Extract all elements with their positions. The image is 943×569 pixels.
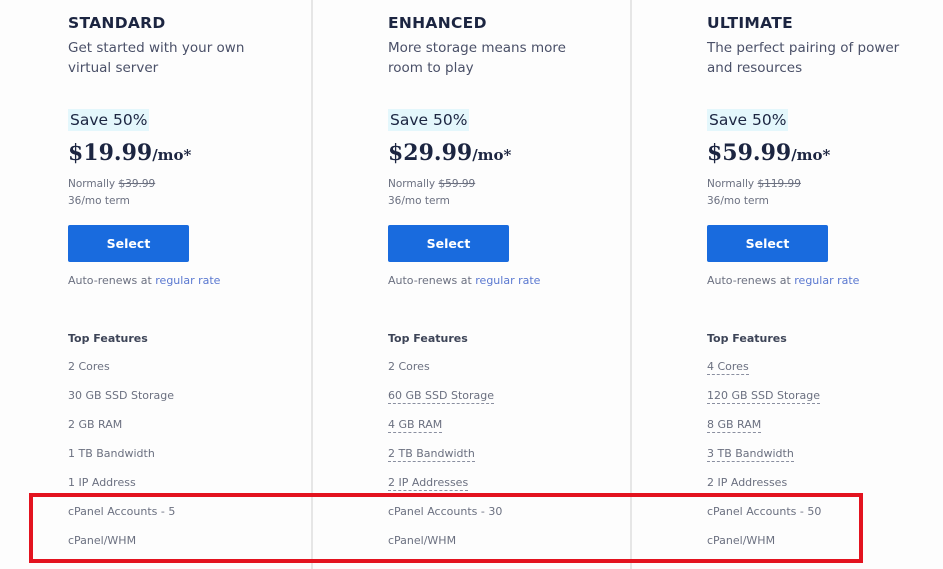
original-price: $59.99 — [438, 178, 476, 190]
feature-label[interactable]: 3 TB Bandwidth — [707, 447, 794, 462]
feature-label[interactable]: 60 GB SSD Storage — [388, 389, 495, 404]
normal-price: Normally $119.99 — [707, 178, 801, 190]
plan-price: $19.99/mo* — [68, 140, 191, 166]
feature-item: 30 GB SSD Storage — [68, 389, 175, 418]
feature-label[interactable]: 8 GB RAM — [707, 418, 762, 433]
feature-label[interactable]: 2 IP Addresses — [388, 476, 469, 491]
normally-label: Normally — [68, 178, 116, 190]
feature-item[interactable]: 120 GB SSD Storage — [707, 389, 821, 418]
feature-label: 1 IP Address — [68, 476, 136, 489]
autorenew-note: Auto-renews at regular rate — [68, 274, 220, 287]
feature-label: 2 GB RAM — [68, 418, 123, 431]
plan-card-ultimate: ULTIMATE The perfect pairing of power an… — [707, 0, 943, 569]
autorenew-text: Auto-renews at — [388, 274, 472, 287]
feature-label: 30 GB SSD Storage — [68, 389, 175, 402]
feature-item[interactable]: 3 TB Bandwidth — [707, 447, 821, 476]
price-unit: /mo* — [152, 146, 192, 164]
original-price: $119.99 — [757, 178, 801, 190]
save-badge: Save 50% — [388, 109, 470, 131]
feature-item: 2 Cores — [68, 360, 175, 389]
normal-price: Normally $39.99 — [68, 178, 155, 190]
column-divider — [311, 0, 313, 569]
autorenew-text: Auto-renews at — [707, 274, 791, 287]
plan-card-enhanced: ENHANCED More storage means more room to… — [388, 0, 628, 569]
original-price: $39.99 — [118, 178, 156, 190]
term-length: 36/mo term — [68, 195, 130, 207]
plan-description: The perfect pairing of power and resourc… — [707, 40, 900, 76]
feature-item[interactable]: 8 GB RAM — [707, 418, 821, 447]
feature-label: 2 Cores — [388, 360, 430, 373]
regular-rate-link[interactable]: regular rate — [155, 274, 220, 287]
features-heading: Top Features — [68, 332, 148, 345]
plan-name: ENHANCED — [388, 14, 487, 32]
feature-label: 1 TB Bandwidth — [68, 447, 155, 460]
normally-label: Normally — [388, 178, 436, 190]
regular-rate-link[interactable]: regular rate — [475, 274, 540, 287]
feature-item[interactable]: 4 Cores — [707, 360, 821, 389]
save-badge: Save 50% — [707, 109, 789, 131]
select-button[interactable]: Select — [388, 225, 509, 262]
feature-item: 2 Cores — [388, 360, 502, 389]
normal-price: Normally $59.99 — [388, 178, 475, 190]
price-amount: $29.99 — [388, 140, 473, 166]
select-button[interactable]: Select — [707, 225, 828, 262]
feature-item[interactable]: 60 GB SSD Storage — [388, 389, 502, 418]
feature-item: 1 TB Bandwidth — [68, 447, 175, 476]
price-amount: $59.99 — [707, 140, 792, 166]
feature-label[interactable]: 4 GB RAM — [388, 418, 443, 433]
regular-rate-link[interactable]: regular rate — [794, 274, 859, 287]
plan-price: $29.99/mo* — [388, 140, 511, 166]
plan-card-standard: STANDARD Get started with your own virtu… — [68, 0, 308, 569]
column-divider — [630, 0, 632, 569]
pricing-plans: STANDARD Get started with your own virtu… — [0, 0, 943, 569]
term-length: 36/mo term — [707, 195, 769, 207]
feature-label[interactable]: 120 GB SSD Storage — [707, 389, 821, 404]
plan-price: $59.99/mo* — [707, 140, 830, 166]
feature-item[interactable]: 2 TB Bandwidth — [388, 447, 502, 476]
autorenew-text: Auto-renews at — [68, 274, 152, 287]
price-unit: /mo* — [472, 146, 512, 164]
feature-label: 2 IP Addresses — [707, 476, 788, 489]
plan-name: ULTIMATE — [707, 14, 794, 32]
save-badge: Save 50% — [68, 109, 150, 131]
cpanel-highlight-box — [29, 493, 863, 563]
feature-item: 2 GB RAM — [68, 418, 175, 447]
select-button[interactable]: Select — [68, 225, 189, 262]
feature-label[interactable]: 4 Cores — [707, 360, 749, 375]
term-length: 36/mo term — [388, 195, 450, 207]
normally-label: Normally — [707, 178, 755, 190]
feature-label[interactable]: 2 TB Bandwidth — [388, 447, 475, 462]
features-heading: Top Features — [707, 332, 787, 345]
price-unit: /mo* — [791, 146, 831, 164]
features-heading: Top Features — [388, 332, 468, 345]
feature-item[interactable]: 4 GB RAM — [388, 418, 502, 447]
feature-label: 2 Cores — [68, 360, 110, 373]
plan-description: More storage means more room to play — [388, 40, 566, 76]
price-amount: $19.99 — [68, 140, 153, 166]
plan-name: STANDARD — [68, 14, 166, 32]
plan-description: Get started with your own virtual server — [68, 40, 245, 76]
autorenew-note: Auto-renews at regular rate — [388, 274, 540, 287]
autorenew-note: Auto-renews at regular rate — [707, 274, 859, 287]
